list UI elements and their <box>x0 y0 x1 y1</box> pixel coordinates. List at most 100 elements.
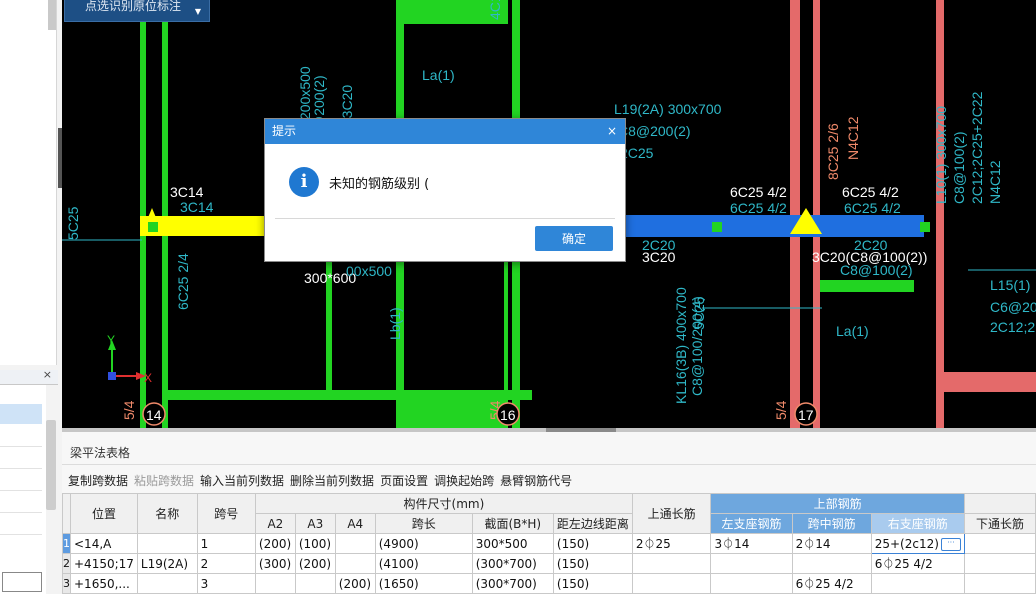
header-span-length[interactable]: 跨长 <box>374 513 473 534</box>
cell-a4[interactable]: (200) <box>334 573 376 594</box>
cell-a4[interactable] <box>334 533 376 554</box>
cell-span-length[interactable]: (4900) <box>374 533 473 554</box>
delete-column-button[interactable]: 删除当前列数据 <box>290 474 374 488</box>
cell-right-support[interactable] <box>870 573 965 594</box>
cell-span[interactable]: 2 <box>196 553 256 574</box>
cell-left-support[interactable] <box>710 573 793 594</box>
selected-beam-blue <box>624 215 924 237</box>
header-section[interactable]: 截面(B*H) <box>471 513 554 534</box>
header-span-no[interactable]: 跨号 <box>196 493 256 534</box>
beam-label: N4C12 <box>845 116 861 160</box>
cell-a2[interactable] <box>254 573 296 594</box>
cell-bottom-through[interactable] <box>963 573 1036 594</box>
cell-edge-distance[interactable]: (150) <box>552 533 633 554</box>
green-beam <box>162 390 532 400</box>
cell-a3[interactable] <box>294 573 336 594</box>
cell-bottom-through[interactable] <box>963 533 1036 554</box>
beam-label: 6C25 4/2 <box>842 184 899 200</box>
cell-top-through[interactable] <box>631 553 712 574</box>
selected-list-item[interactable] <box>0 404 42 424</box>
cell-right-support[interactable]: 6⏀25 4/2 <box>870 553 965 574</box>
cell-edge-distance[interactable]: (150) <box>552 573 633 594</box>
paste-span-button[interactable]: 粘贴跨数据 <box>134 474 194 488</box>
cell-span[interactable]: 1 <box>196 533 256 554</box>
copy-span-button[interactable]: 复制跨数据 <box>68 474 128 488</box>
row-number[interactable]: 1 <box>62 533 71 554</box>
header-top-rebar[interactable]: 上部钢筋 <box>710 493 965 514</box>
cell-a2[interactable]: (200) <box>254 533 296 554</box>
beam-label: 8C25 2/6 <box>825 123 841 180</box>
cell-name[interactable]: L19(2A) <box>136 553 198 574</box>
cell-span-length[interactable]: (4100) <box>374 553 473 574</box>
cell-top-through[interactable]: 2⏀25 <box>631 533 712 554</box>
row-number[interactable]: 2 <box>62 553 71 574</box>
editor-text[interactable]: 25+(2c12) <box>875 537 939 551</box>
close-icon[interactable]: × <box>607 119 617 144</box>
cell-top-through[interactable] <box>631 573 712 594</box>
cell-name[interactable] <box>136 533 198 554</box>
cell-bottom-through[interactable] <box>963 553 1036 574</box>
table-row[interactable]: 2 +4150;17 L19(2A) 2 (300) (200) (4100) … <box>62 553 1036 574</box>
cell-left-support[interactable]: 3⏀14 <box>710 533 793 554</box>
header-bottom-through[interactable]: 下通长筋 <box>963 513 1036 534</box>
input-column-button[interactable]: 输入当前列数据 <box>200 474 284 488</box>
cell-a2[interactable]: (300) <box>254 553 296 574</box>
cell-section[interactable]: 300*500 <box>471 533 554 554</box>
swap-start-span-button[interactable]: 调换起始跨 <box>434 474 494 488</box>
beam-label: C8@100(2) <box>951 131 967 204</box>
beam-label: 5/4 <box>121 400 137 420</box>
ok-button[interactable]: 确定 <box>535 226 613 251</box>
cell-mid-span[interactable]: 6⏀25 4/2 <box>791 573 872 594</box>
column-gap <box>944 392 1036 428</box>
close-icon[interactable]: × <box>43 368 52 381</box>
table-row[interactable]: 1 <14,A 1 (200) (100) (4900) 300*500 (15… <box>62 533 1036 554</box>
cell-position[interactable]: +4150;17 <box>70 553 138 574</box>
cell-span-length[interactable]: (1650) <box>374 573 473 594</box>
beam-label: 6C25 2/4 <box>175 253 191 310</box>
cell-position[interactable]: +1650,... <box>70 573 138 594</box>
header-edge-distance[interactable]: 距左边线距离 <box>552 513 633 534</box>
left-tree-area[interactable] <box>0 0 57 365</box>
cell-mid-span[interactable]: 2⏀14 <box>791 533 872 554</box>
beam-opening <box>404 24 512 124</box>
grip-point <box>712 222 722 232</box>
cell-section[interactable]: (300*700) <box>471 573 554 594</box>
cell-section[interactable]: (300*700) <box>471 553 554 574</box>
dialog-titlebar[interactable]: 提示 × <box>265 119 625 144</box>
cell-mid-span[interactable] <box>791 553 872 574</box>
list-divider <box>0 534 42 535</box>
beam-label: C8@100/200(4) <box>689 296 705 396</box>
left-input-box[interactable] <box>2 572 42 592</box>
cell-position[interactable]: <14,A <box>70 533 138 554</box>
page-setup-button[interactable]: 页面设置 <box>380 474 428 488</box>
left-scrollbar-thumb[interactable] <box>48 0 56 30</box>
cell-a4[interactable] <box>334 553 376 574</box>
header-position[interactable]: 位置 <box>70 493 138 534</box>
cell-edge-distance[interactable]: (150) <box>552 553 633 574</box>
ellipsis-icon[interactable]: ··· <box>940 537 961 551</box>
header-name[interactable]: 名称 <box>136 493 198 534</box>
header-a4[interactable]: A4 <box>334 513 376 534</box>
header-mid-span[interactable]: 跨中钢筋 <box>791 513 872 534</box>
cantilever-code-button[interactable]: 悬臂钢筋代号 <box>500 474 572 488</box>
header-component-size[interactable]: 构件尺寸(mm) <box>254 493 633 514</box>
cell-a3[interactable]: (100) <box>294 533 336 554</box>
cell-name[interactable] <box>136 573 198 594</box>
row-number[interactable]: 3 <box>62 573 71 594</box>
cell-left-support[interactable] <box>710 553 793 574</box>
header-a2[interactable]: A2 <box>254 513 296 534</box>
header-right-support[interactable]: 右支座钢筋 <box>870 513 965 534</box>
cell-span[interactable]: 3 <box>196 573 256 594</box>
list-scrollbar-thumb[interactable] <box>46 420 56 510</box>
beam-label: L19(2A) 300x700 <box>614 101 722 117</box>
header-top-through[interactable]: 上通长筋 <box>631 493 712 534</box>
dialog-title: 提示 <box>272 124 297 138</box>
cell-a3[interactable]: (200) <box>294 553 336 574</box>
beam-label: 2C12;2C25+2C22 <box>969 91 985 204</box>
table-row[interactable]: 3 +1650,... 3 (200) (1650) (300*700) (15… <box>62 573 1036 594</box>
header-a3[interactable]: A3 <box>294 513 336 534</box>
cell-right-support-editor[interactable]: 25+(2c12) ··· <box>870 533 965 554</box>
beam-label: 5C25 <box>65 206 81 240</box>
header-left-support[interactable]: 左支座钢筋 <box>710 513 793 534</box>
identify-annotation-dropdown[interactable]: 点选识别原位标注 ▼ <box>64 0 210 22</box>
